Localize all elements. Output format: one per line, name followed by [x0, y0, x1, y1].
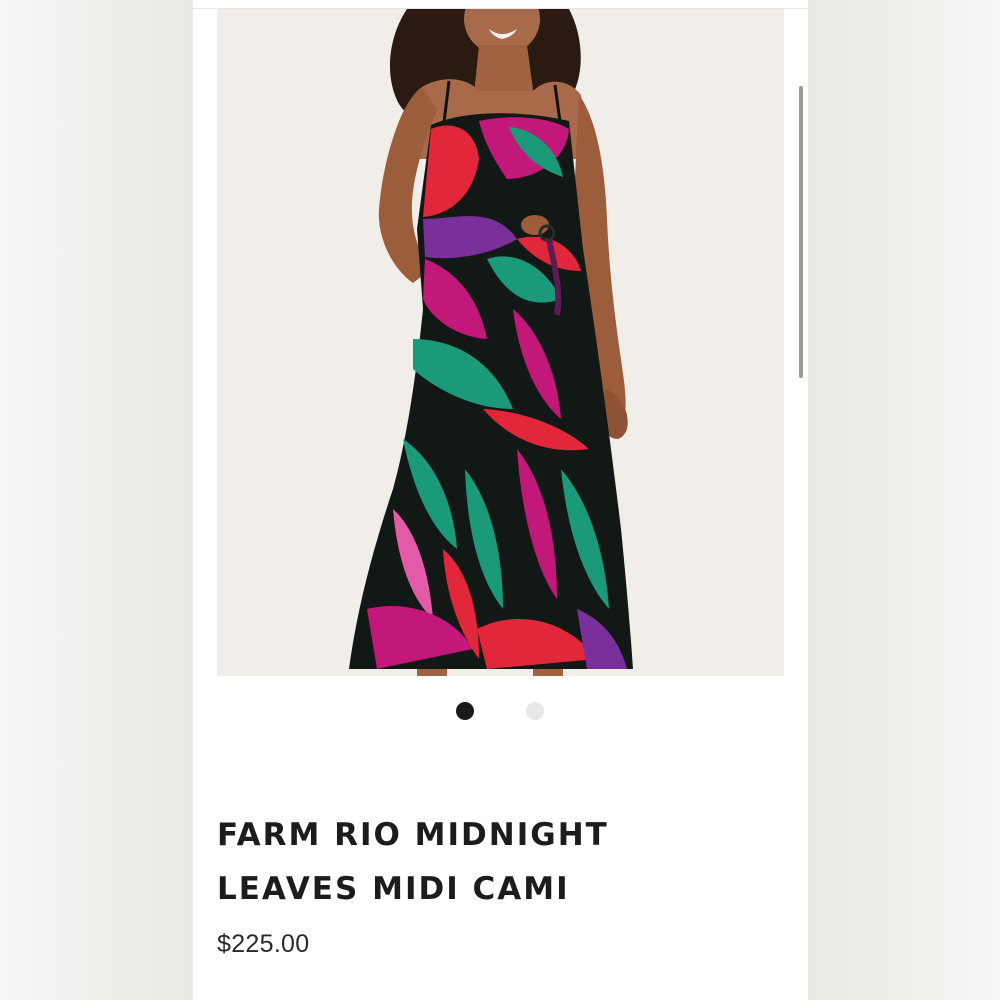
product-title-line-1: FARM RIO MIDNIGHT	[217, 817, 609, 853]
carousel-dot-1-active[interactable]	[456, 702, 474, 720]
left-backdrop	[0, 0, 193, 1000]
right-backdrop	[808, 0, 1000, 1000]
scrollbar-thumb[interactable]	[799, 86, 803, 378]
image-carousel-indicator	[193, 700, 808, 722]
product-title: FARM RIO MIDNIGHT LEAVES MIDI CAMI	[217, 808, 777, 916]
product-price: $225.00	[217, 930, 310, 958]
product-image[interactable]	[217, 9, 784, 676]
product-page: FARM RIO MIDNIGHT LEAVES MIDI CAMI $225.…	[193, 0, 808, 1000]
carousel-dot-2[interactable]	[526, 702, 544, 720]
product-title-line-2: LEAVES MIDI CAMI	[217, 871, 570, 907]
